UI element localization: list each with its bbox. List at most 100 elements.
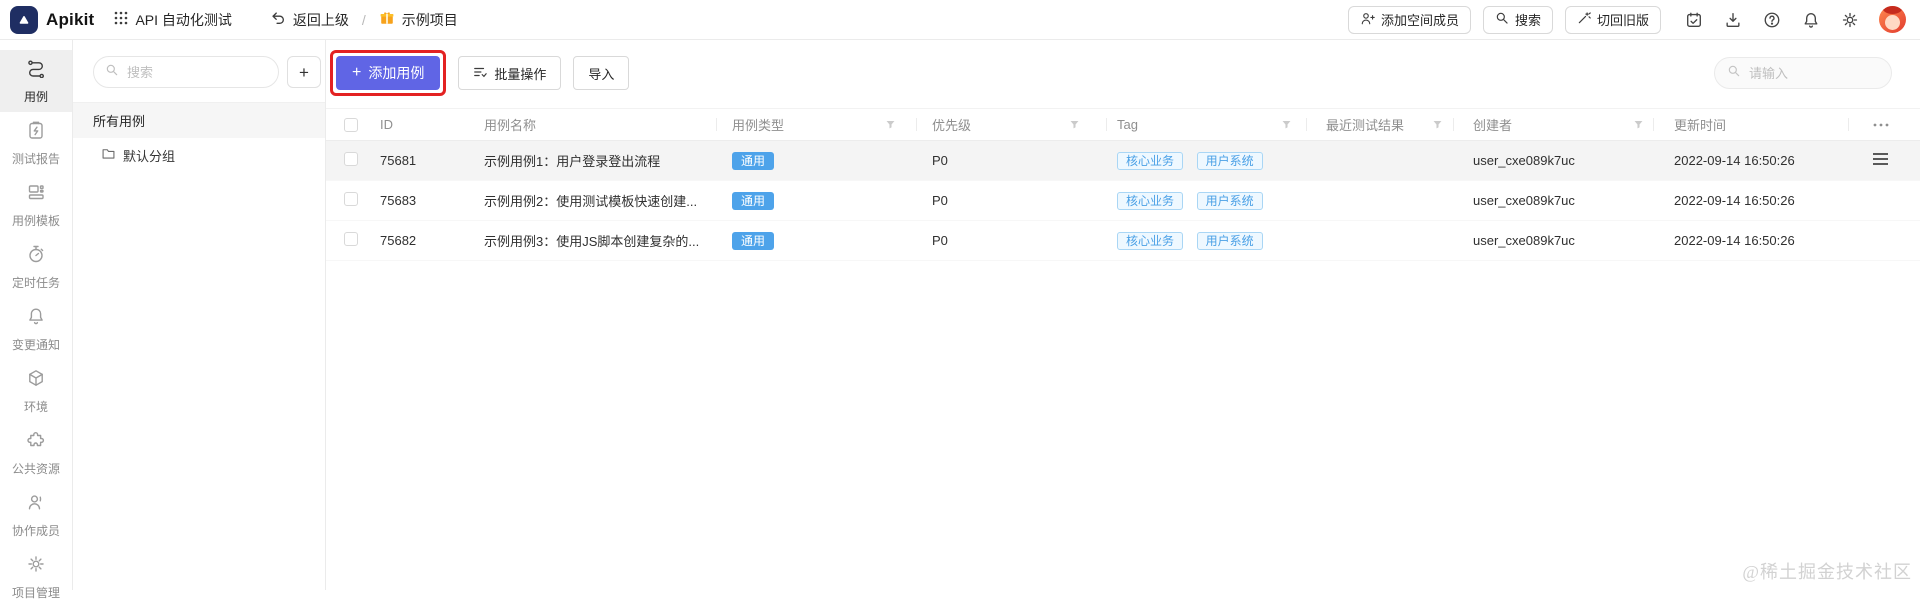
- group-search-box[interactable]: [93, 56, 279, 88]
- timer-icon: [26, 244, 46, 269]
- col-last-result: 最近测试结果: [1306, 109, 1453, 140]
- table-header-row: ID 用例名称 用例类型 优先级 Tag 最近测试结果 创建者 更新时间: [326, 108, 1920, 141]
- sidebar-item-members[interactable]: 协作成员: [0, 484, 72, 546]
- annotation-highlight-box: + 添加用例: [330, 50, 447, 96]
- search-icon: [1727, 64, 1741, 83]
- add-group-button[interactable]: +: [287, 56, 321, 88]
- magic-wand-icon: [1577, 11, 1591, 28]
- case-search-box[interactable]: [1714, 57, 1892, 89]
- case-list-area: + 添加用例 批量操作 导入 请输入 ID 用例名称 用例类型 优先级 Tag …: [326, 40, 1920, 590]
- grid-menu-icon: [114, 11, 128, 28]
- changelog-calendar-icon[interactable]: [1685, 11, 1703, 29]
- column-settings-icon[interactable]: [1873, 123, 1889, 127]
- sidebar-item-environments[interactable]: 环境: [0, 360, 72, 422]
- back-to-parent-button[interactable]: 返回上级: [270, 10, 349, 30]
- filter-funnel-icon[interactable]: [1069, 119, 1080, 130]
- brand-name: Apikit: [46, 9, 95, 29]
- filter-funnel-icon[interactable]: [1633, 119, 1644, 130]
- tag-badge: 用户系统: [1196, 232, 1263, 250]
- topbar-icon-group: [1685, 11, 1859, 29]
- breadcrumb-project[interactable]: 示例项目: [379, 10, 458, 30]
- module-sidebar: 用例 测试报告 用例模板 定时任务 变更通知 环境 公共资源 协作成员 项目管理: [0, 40, 73, 600]
- sidebar-item-cases[interactable]: 用例: [0, 50, 72, 112]
- tag-badge: 用户系统: [1196, 152, 1263, 170]
- workspace-switcher[interactable]: API 自动化测试: [114, 10, 232, 30]
- apikit-logo-icon[interactable]: [10, 5, 38, 34]
- back-arrow-icon: [270, 10, 286, 29]
- project-gear-icon: [26, 554, 46, 579]
- tag-badge: 核心业务: [1117, 232, 1184, 250]
- search-icon: [105, 63, 119, 82]
- case-toolbar: + 添加用例 批量操作 导入: [326, 40, 1920, 96]
- filter-funnel-icon[interactable]: [1432, 119, 1443, 130]
- watermark: @稀土掘金技术社区: [1742, 562, 1912, 582]
- template-layout-icon: [26, 182, 46, 207]
- sidebar-item-change-notifications[interactable]: 变更通知: [0, 298, 72, 360]
- priority-value: P0: [932, 233, 948, 248]
- row-actions-icon[interactable]: [1873, 150, 1888, 168]
- case-group-panel: + 所有用例 默认分组: [73, 40, 326, 590]
- tag-badge: 核心业务: [1117, 152, 1184, 170]
- project-name: 示例项目: [401, 11, 458, 28]
- row-checkbox[interactable]: [344, 192, 358, 206]
- folder-icon: [101, 146, 116, 164]
- batch-list-icon: [473, 65, 488, 82]
- report-clipboard-icon: [26, 120, 46, 145]
- priority-value: P0: [932, 153, 948, 168]
- sidebar-item-scheduled-tasks[interactable]: 定时任务: [0, 236, 72, 298]
- row-checkbox[interactable]: [344, 152, 358, 166]
- sidebar-item-test-reports[interactable]: 测试报告: [0, 112, 72, 174]
- col-tag: Tag: [1106, 109, 1306, 140]
- search-icon: [1495, 11, 1509, 28]
- person-plus-icon: [1360, 11, 1375, 29]
- col-creator: 创建者: [1453, 109, 1653, 140]
- select-all-checkbox[interactable]: [344, 117, 358, 132]
- case-name-link[interactable]: 示例用例2：使用测试模板快速创建...: [484, 194, 697, 209]
- group-item-default[interactable]: 默认分组: [73, 138, 325, 172]
- import-button[interactable]: 导入: [573, 56, 630, 90]
- puzzle-icon: [26, 430, 46, 455]
- topbar-actions: 添加空间成员 搜索 切回旧版: [1336, 5, 1906, 34]
- col-name: 用例名称: [484, 118, 537, 133]
- breadcrumb-separator: /: [361, 11, 366, 28]
- settings-gear-icon[interactable]: [1841, 11, 1859, 29]
- batch-operation-button[interactable]: 批量操作: [458, 56, 562, 90]
- add-space-member-button[interactable]: 添加空间成员: [1347, 5, 1471, 34]
- sidebar-item-project-management[interactable]: 项目管理: [0, 546, 72, 608]
- filter-funnel-icon[interactable]: [1281, 119, 1292, 130]
- bell-icon: [26, 306, 46, 331]
- filter-funnel-icon[interactable]: [885, 119, 896, 130]
- table-row[interactable]: 75683 示例用例2：使用测试模板快速创建... 通用 P0 核心业务 用户系…: [326, 181, 1920, 221]
- group-search-input[interactable]: [125, 63, 267, 81]
- case-type-badge: 通用: [732, 152, 775, 170]
- topbar: Apikit API 自动化测试 返回上级 / 示例项目 添加空间成员 搜索 切…: [0, 0, 1920, 40]
- case-type-badge: 通用: [732, 232, 775, 250]
- case-search-input[interactable]: [1747, 64, 1879, 82]
- priority-value: P0: [932, 193, 948, 208]
- project-gift-icon: [379, 10, 395, 29]
- all-cases-item[interactable]: 所有用例: [73, 102, 325, 138]
- sidebar-item-shared-resources[interactable]: 公共资源: [0, 422, 72, 484]
- table-row[interactable]: 75682 示例用例3：使用JS脚本创建复杂的... 通用 P0 核心业务 用户…: [326, 221, 1920, 261]
- back-label: 返回上级: [292, 11, 349, 28]
- case-name-link[interactable]: 示例用例3：使用JS脚本创建复杂的...: [484, 234, 699, 249]
- col-updated: 更新时间: [1653, 109, 1848, 140]
- row-checkbox[interactable]: [344, 232, 358, 246]
- user-avatar[interactable]: [1879, 6, 1906, 33]
- tag-badge: 核心业务: [1117, 192, 1184, 210]
- sidebar-item-case-templates[interactable]: 用例模板: [0, 174, 72, 236]
- table-row[interactable]: 75681 示例用例1：用户登录登出流程 通用 P0 核心业务 用户系统 use…: [326, 141, 1920, 181]
- add-case-button[interactable]: + 添加用例: [336, 56, 441, 90]
- case-name-link[interactable]: 示例用例1：用户登录登出流程: [484, 154, 660, 169]
- switch-old-version-button[interactable]: 切回旧版: [1564, 5, 1661, 34]
- col-type: 用例类型: [716, 109, 916, 140]
- members-person-icon: [26, 492, 46, 517]
- download-icon[interactable]: [1724, 11, 1742, 29]
- case-table: ID 用例名称 用例类型 优先级 Tag 最近测试结果 创建者 更新时间 756…: [326, 108, 1920, 261]
- environment-cube-icon: [26, 368, 46, 393]
- help-icon[interactable]: [1763, 11, 1781, 29]
- col-priority: 优先级: [916, 109, 1106, 140]
- global-search-button[interactable]: 搜索: [1482, 5, 1553, 34]
- notifications-bell-icon[interactable]: [1802, 11, 1820, 29]
- tag-badge: 用户系统: [1196, 192, 1263, 210]
